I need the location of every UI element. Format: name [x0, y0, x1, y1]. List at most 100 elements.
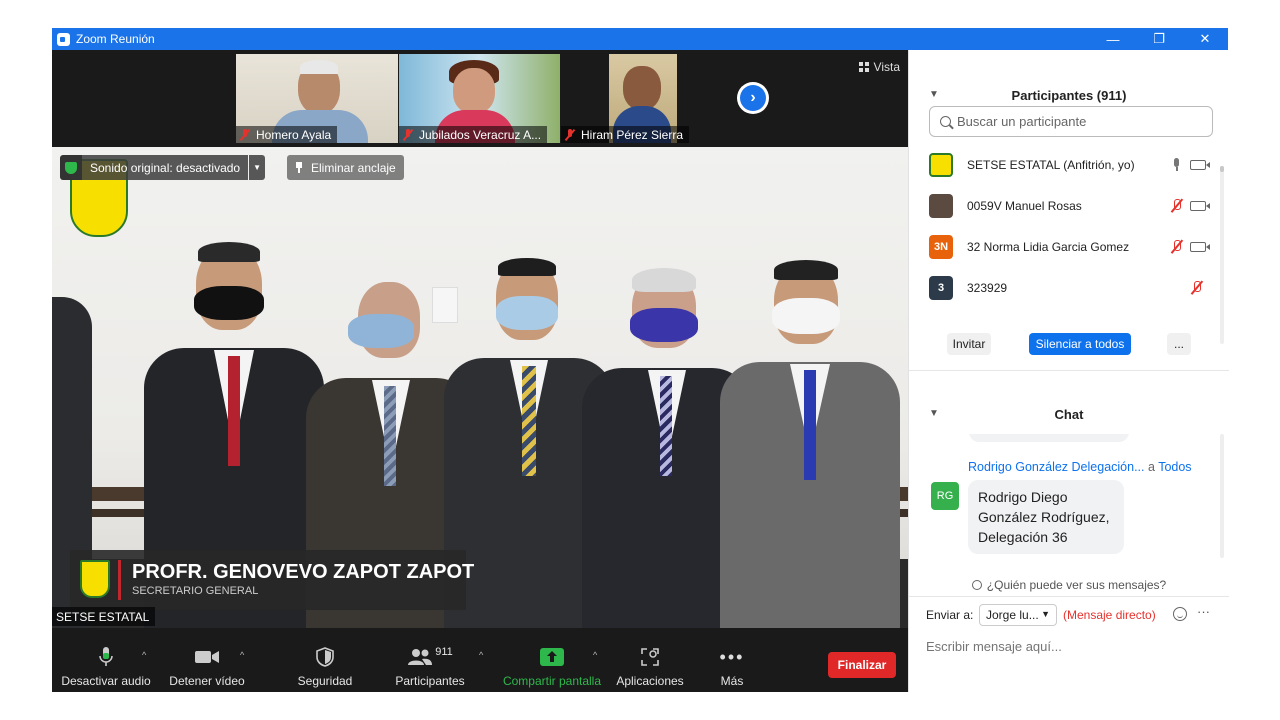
participant-search-input[interactable]: Buscar un participante	[929, 106, 1213, 137]
user-icon	[971, 580, 982, 590]
original-sound-toggle[interactable]: Sonido original: desactivado ▼	[60, 155, 266, 180]
thumbnail-name: Hiram Pérez Sierra	[581, 127, 684, 142]
avatar: RG	[931, 482, 959, 510]
microphone-icon	[98, 644, 114, 670]
end-meeting-button[interactable]: Finalizar	[828, 652, 896, 678]
participant-row[interactable]: 3 323929	[909, 267, 1219, 308]
thumbnail-strip: Homero Ayala Jubilados Veracruz A... Hir…	[52, 50, 908, 147]
who-can-see-messages-link[interactable]: ¿Quién puede ver sus mensajes?	[909, 576, 1229, 594]
unpin-label: Eliminar anclaje	[311, 160, 396, 175]
message-sender: Rodrigo González Delegación... a Todos	[968, 460, 1192, 474]
video-thumbnail[interactable]: Hiram Pérez Sierra	[561, 54, 723, 143]
video-camera-icon	[194, 644, 220, 670]
video-thumbnail[interactable]: Homero Ayala	[236, 54, 398, 143]
chevron-down-icon[interactable]: ▼	[249, 155, 266, 180]
participants-title: Participantes (911)	[1011, 87, 1127, 103]
more-button[interactable]: ••• Más	[712, 628, 752, 692]
main-speaker-video: Sonido original: desactivado ▼ Eliminar …	[52, 147, 908, 628]
zoom-logo-icon	[57, 32, 70, 46]
send-to-label: Enviar a:	[926, 608, 974, 622]
invite-button[interactable]: Invitar	[947, 333, 991, 355]
share-screen-icon	[540, 644, 564, 670]
restore-button[interactable]: ❐	[1136, 28, 1182, 50]
avatar	[929, 193, 953, 218]
chevron-down-icon[interactable]: ▼	[929, 408, 939, 419]
zoom-window: Zoom Reunión — ❐ ✕ Homero Ayala Jubilado…	[52, 28, 1229, 692]
minimize-button[interactable]: —	[1090, 28, 1136, 50]
apps-button[interactable]: Aplicaciones	[614, 628, 686, 692]
direct-message-note: (Mensaje directo)	[1063, 608, 1156, 622]
chat-title: Chat	[1054, 406, 1084, 422]
video-thumbnail[interactable]: Jubilados Veracruz A...	[399, 54, 560, 143]
pin-icon	[295, 162, 303, 173]
participant-row[interactable]: SETSE ESTATAL (Anfitrión, yo)	[909, 144, 1219, 185]
mic-muted-icon[interactable]	[1171, 198, 1183, 213]
chevron-down-icon[interactable]: ▼	[929, 89, 939, 100]
share-options-caret[interactable]: ^	[593, 650, 597, 660]
participant-row[interactable]: 0059V Manuel Rosas	[909, 185, 1219, 226]
security-button[interactable]: Seguridad	[288, 628, 362, 692]
message-bubble: Rodrigo Diego González Rodríguez, Delega…	[968, 480, 1124, 554]
participants-options-caret[interactable]: ^	[479, 650, 483, 660]
microphone-icon[interactable]	[1171, 157, 1183, 172]
participants-icon: 911	[407, 644, 453, 670]
union-logo	[80, 560, 110, 598]
original-sound-label: Sonido original: desactivado	[82, 155, 249, 180]
chevron-right-icon: ›	[740, 85, 766, 111]
thumbnail-name: Jubilados Veracruz A...	[419, 127, 542, 142]
video-camera-icon[interactable]	[1190, 200, 1210, 211]
lower-third-role: SECRETARIO GENERAL	[132, 585, 259, 597]
mic-muted-icon[interactable]	[1171, 239, 1183, 254]
chat-more-button[interactable]: ···	[1197, 604, 1210, 619]
participants-button[interactable]: 911 Participantes	[390, 628, 470, 692]
video-camera-icon[interactable]	[1190, 159, 1210, 170]
participant-list: SETSE ESTATAL (Anfitrión, yo) 0059V Manu…	[909, 144, 1219, 316]
shield-check-icon	[65, 161, 77, 174]
avatar	[929, 152, 953, 177]
search-icon	[940, 116, 951, 127]
next-page-button[interactable]: ›	[737, 82, 769, 114]
avatar: 3	[929, 275, 953, 300]
thumbnail-name: Homero Ayala	[256, 127, 332, 142]
lower-third-name: PROFR. GENOVEVO ZAPOT ZAPOT	[132, 561, 475, 583]
shield-icon	[316, 644, 334, 670]
speaker-name-label: SETSE ESTATAL	[52, 607, 156, 626]
chevron-down-icon: ▼	[1041, 609, 1050, 619]
grid-icon	[858, 62, 869, 72]
mic-off-icon	[565, 128, 575, 141]
mute-all-button[interactable]: Silenciar a todos	[1029, 333, 1131, 355]
view-label: Vista	[873, 60, 900, 74]
participant-row[interactable]: 3N 32 Norma Lidia Garcia Gomez	[909, 226, 1219, 267]
lower-third-banner: PROFR. GENOVEVO ZAPOT ZAPOT SECRETARIO G…	[70, 550, 474, 610]
share-screen-button[interactable]: Compartir pantalla	[500, 628, 604, 692]
chat-header: ▼ Chat	[909, 397, 1229, 431]
search-placeholder: Buscar un participante	[957, 114, 1087, 129]
avatar: 3N	[929, 234, 953, 259]
send-to-select[interactable]: Jorge lu... ▼	[979, 604, 1057, 626]
audio-options-caret[interactable]: ^	[142, 650, 146, 660]
participants-scrollbar[interactable]	[1220, 166, 1224, 344]
title-bar: Zoom Reunión — ❐ ✕	[52, 28, 1228, 50]
stop-video-button[interactable]: Detener vídeo	[164, 628, 250, 692]
emoji-icon[interactable]	[1173, 607, 1187, 621]
mic-off-icon	[403, 128, 413, 141]
participants-count-badge: 911	[435, 646, 453, 658]
close-button[interactable]: ✕	[1182, 28, 1228, 50]
participant-row[interactable]	[909, 308, 1219, 316]
window-title: Zoom Reunión	[76, 32, 155, 46]
chat-scrollbar[interactable]	[1220, 434, 1224, 558]
participants-more-button[interactable]: ...	[1167, 333, 1191, 355]
mute-button[interactable]: Desactivar audio	[61, 628, 151, 692]
mic-off-icon	[240, 128, 250, 141]
mic-muted-icon[interactable]	[1191, 280, 1203, 295]
previous-message-bubble	[969, 434, 1129, 442]
video-area: Homero Ayala Jubilados Veracruz A... Hir…	[52, 50, 908, 692]
meeting-toolbar: Desactivar audio ^ Detener vídeo ^ Segur…	[52, 628, 908, 692]
chat-message-input[interactable]	[926, 636, 1216, 656]
apps-icon	[640, 644, 660, 670]
unpin-button[interactable]: Eliminar anclaje	[287, 155, 404, 180]
video-camera-icon[interactable]	[1190, 241, 1210, 252]
video-options-caret[interactable]: ^	[240, 650, 244, 660]
view-button[interactable]: Vista	[858, 60, 900, 74]
chat-messages: Rodrigo González Delegación... a Todos R…	[909, 434, 1221, 574]
